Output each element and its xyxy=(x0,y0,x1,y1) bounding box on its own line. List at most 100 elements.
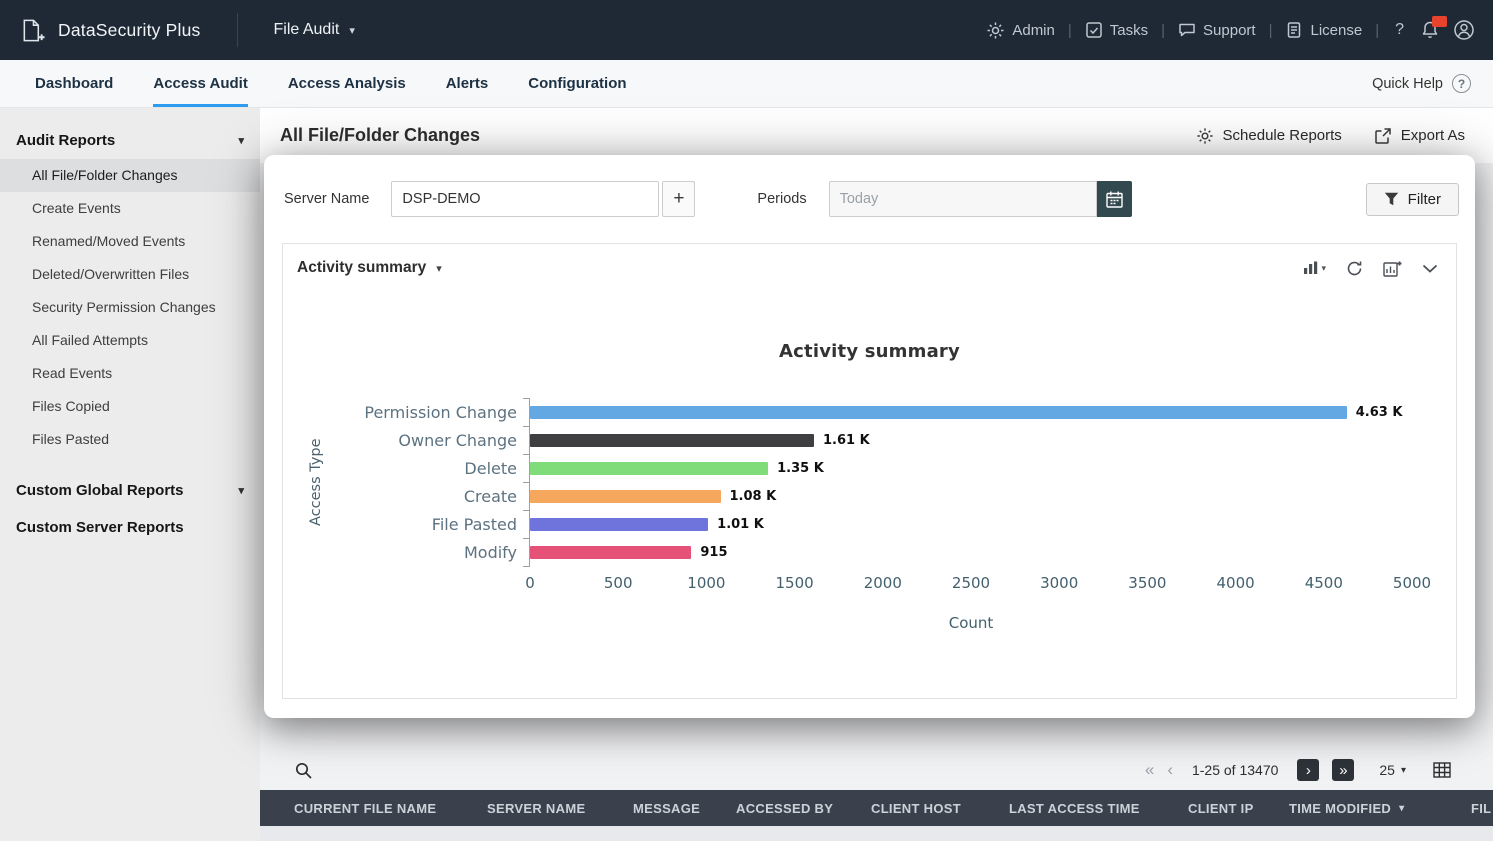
tasks-link[interactable]: Tasks xyxy=(1085,21,1148,39)
notifications-button[interactable] xyxy=(1420,16,1447,40)
refresh-icon xyxy=(1347,261,1362,275)
tab-access-audit[interactable]: Access Audit xyxy=(153,60,248,107)
notification-badge xyxy=(1432,16,1447,27)
x-tick-label: 0 xyxy=(525,574,535,592)
export-icon xyxy=(1375,127,1391,144)
admin-label: Admin xyxy=(1012,21,1055,39)
column-header[interactable]: LAST ACCESS TIME xyxy=(1009,801,1188,816)
export-as-label: Export As xyxy=(1400,127,1465,144)
section-title: Custom Server Reports xyxy=(16,519,184,536)
sidebar-item[interactable]: All File/Folder Changes xyxy=(0,159,260,192)
page-size-select[interactable]: 25 ▾ xyxy=(1379,762,1406,778)
column-header[interactable]: FIL xyxy=(1471,801,1493,816)
tab-configuration[interactable]: Configuration xyxy=(528,60,626,107)
chevron-down-icon: ▾ xyxy=(1400,764,1406,776)
quick-help-button[interactable]: Quick Help ? xyxy=(1372,60,1471,107)
audit-reports-list: All File/Folder Changes Create Events Rena… xyxy=(0,159,260,456)
column-header[interactable]: SERVER NAME xyxy=(487,801,633,816)
last-page-button[interactable]: » xyxy=(1332,759,1355,781)
column-settings-icon[interactable] xyxy=(1433,762,1451,778)
tab-alerts[interactable]: Alerts xyxy=(446,60,489,107)
category-label: File Pasted xyxy=(431,514,517,534)
sidebar-item[interactable]: All Failed Attempts xyxy=(0,324,260,357)
x-tick-label: 1500 xyxy=(775,574,814,592)
x-tick-label: 1000 xyxy=(687,574,726,592)
sidebar-item[interactable]: Files Copied xyxy=(0,390,260,423)
refresh-button[interactable] xyxy=(1346,260,1363,277)
column-header-label: SERVER NAME xyxy=(487,800,586,816)
bar-row: 1.61 K xyxy=(530,426,1411,454)
collapse-button[interactable] xyxy=(1422,264,1438,273)
schedule-reports-button[interactable]: Schedule Reports xyxy=(1196,127,1342,145)
x-tick-label: 4500 xyxy=(1304,574,1343,592)
add-server-button[interactable]: + xyxy=(662,181,696,217)
help-icon[interactable]: ? xyxy=(1395,21,1404,39)
sidebar-section-custom-server-reports[interactable]: Custom Server Reports xyxy=(0,509,260,546)
license-link[interactable]: License xyxy=(1285,21,1362,39)
calendar-button[interactable] xyxy=(1096,181,1132,217)
y-axis-tick xyxy=(523,538,530,539)
prev-page-button[interactable]: ‹ xyxy=(1167,760,1173,780)
chart-type-button[interactable]: ▾ xyxy=(1303,261,1326,275)
sidebar-item[interactable]: Renamed/Moved Events xyxy=(0,225,260,258)
column-header-label: CLIENT IP xyxy=(1188,800,1254,816)
first-page-button[interactable]: « xyxy=(1145,760,1154,780)
support-link[interactable]: Support xyxy=(1178,21,1256,39)
x-tick-label: 4000 xyxy=(1216,574,1255,592)
y-axis-label: Access Type xyxy=(308,438,324,526)
schedule-reports-label: Schedule Reports xyxy=(1222,127,1342,144)
sidebar-section-audit-reports[interactable]: Audit Reports ▾ xyxy=(0,122,260,159)
bar-create xyxy=(530,489,721,503)
bar-value-label: 1.35 K xyxy=(777,460,824,476)
add-chart-button[interactable] xyxy=(1383,260,1402,277)
y-axis-tick xyxy=(523,566,530,567)
column-header[interactable]: TIME MODIFIED ▾ xyxy=(1289,801,1471,816)
sidebar-section-custom-global-reports[interactable]: Custom Global Reports ▾ xyxy=(0,472,260,509)
sidebar-item[interactable]: Deleted/Overwritten Files xyxy=(0,258,260,291)
module-selector[interactable]: File Audit ▾ xyxy=(236,13,355,47)
filter-button[interactable]: Filter xyxy=(1365,182,1459,216)
main-nav: Dashboard Access Audit Access Analysis A… xyxy=(0,60,1493,108)
tab-dashboard[interactable]: Dashboard xyxy=(35,60,113,107)
report-type-select[interactable]: Activity summary ▾ xyxy=(297,259,442,277)
periods-input[interactable]: Today xyxy=(828,181,1097,217)
server-name-input[interactable]: DSP-DEMO xyxy=(391,181,660,217)
column-header[interactable]: CLIENT HOST xyxy=(871,801,1009,816)
support-label: Support xyxy=(1203,21,1256,39)
admin-link[interactable]: Admin xyxy=(986,21,1055,40)
page-size-value: 25 xyxy=(1379,762,1395,778)
sidebar-item[interactable]: Create Events xyxy=(0,192,260,225)
sidebar-item[interactable]: Security Permission Changes xyxy=(0,291,260,324)
x-tick-label: 3500 xyxy=(1128,574,1167,592)
sidebar-item[interactable]: Files Pasted xyxy=(0,423,260,456)
tasks-check-icon xyxy=(1086,22,1102,38)
quick-help-label: Quick Help xyxy=(1372,75,1443,92)
column-header-label: LAST ACCESS TIME xyxy=(1009,800,1140,816)
table-header: CURRENT FILE NAME SERVER NAME MESSAGE ACCES… xyxy=(260,790,1493,826)
tab-access-analysis[interactable]: Access Analysis xyxy=(288,60,406,107)
tasks-label: Tasks xyxy=(1109,21,1149,39)
category-label: Owner Change xyxy=(398,430,517,450)
sidebar-item[interactable]: Read Events xyxy=(0,357,260,390)
column-header[interactable]: MESSAGE xyxy=(633,801,736,816)
bar-value-label: 1.01 K xyxy=(717,516,764,532)
column-header[interactable]: ACCESSED BY xyxy=(736,801,871,816)
sort-caret-icon: ▾ xyxy=(1399,802,1405,814)
category-label: Delete xyxy=(464,458,517,478)
column-header[interactable]: CURRENT FILE NAME xyxy=(294,801,487,816)
next-page-button[interactable]: › xyxy=(1297,759,1320,781)
column-header-label: ACCESSED BY xyxy=(736,800,834,816)
y-axis-tick xyxy=(523,398,530,399)
export-as-button[interactable]: Export As xyxy=(1374,127,1465,145)
column-header[interactable]: CLIENT IP xyxy=(1188,801,1289,816)
user-avatar[interactable] xyxy=(1453,19,1475,41)
y-axis-tick xyxy=(523,426,530,427)
separator: | xyxy=(1375,21,1380,39)
separator: | xyxy=(1161,21,1166,39)
bar-delete xyxy=(530,461,769,475)
category-label: Create xyxy=(463,486,517,506)
search-icon[interactable] xyxy=(294,761,313,780)
chevron-down-icon: ▾ xyxy=(238,485,244,497)
bar-row: 1.01 K xyxy=(530,510,1411,538)
app-logo-icon xyxy=(20,18,46,43)
